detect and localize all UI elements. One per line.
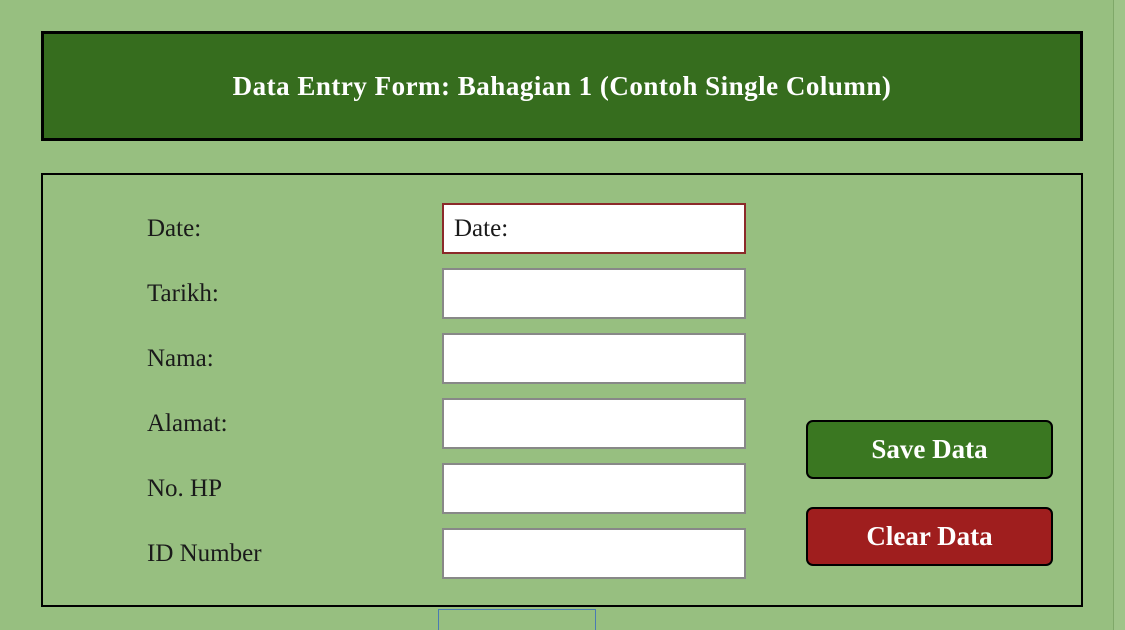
clear-button[interactable]: Clear Data — [806, 507, 1053, 566]
label-date: Date: — [147, 215, 442, 243]
input-idnumber[interactable] — [442, 528, 746, 579]
input-tarikh[interactable] — [442, 268, 746, 319]
label-tarikh: Tarikh: — [147, 280, 442, 308]
row-nohp: No. HP — [147, 463, 746, 514]
label-alamat: Alamat: — [147, 410, 442, 438]
input-alamat[interactable] — [442, 398, 746, 449]
window-right-edge — [1113, 0, 1125, 630]
row-idnumber: ID Number — [147, 528, 746, 579]
row-date: Date: — [147, 203, 746, 254]
input-nama[interactable] — [442, 333, 746, 384]
input-date[interactable] — [442, 203, 746, 254]
row-tarikh: Tarikh: — [147, 268, 746, 319]
form-title: Data Entry Form: Bahagian 1 (Contoh Sing… — [233, 71, 892, 102]
save-button[interactable]: Save Data — [806, 420, 1053, 479]
form-body-panel: Date: Tarikh: Nama: Alamat: No. HP ID Nu… — [41, 173, 1083, 607]
row-nama: Nama: — [147, 333, 746, 384]
label-nohp: No. HP — [147, 475, 442, 503]
form-header-panel: Data Entry Form: Bahagian 1 (Contoh Sing… — [41, 31, 1083, 141]
input-nohp[interactable] — [442, 463, 746, 514]
selected-cell-outline — [438, 609, 596, 630]
label-nama: Nama: — [147, 345, 442, 373]
label-idnumber: ID Number — [147, 540, 442, 568]
row-alamat: Alamat: — [147, 398, 746, 449]
